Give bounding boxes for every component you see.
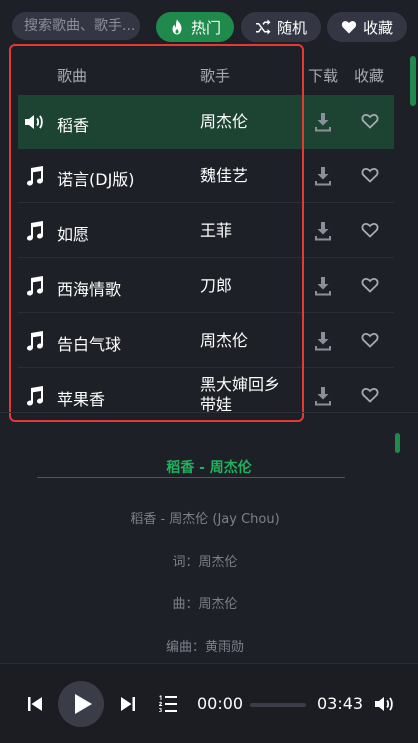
shuffle-icon — [255, 19, 271, 35]
random-filter-button[interactable]: 随机 — [241, 12, 321, 42]
download-icon[interactable] — [314, 386, 332, 406]
header-download: 下载 — [308, 67, 339, 85]
play-icon — [75, 694, 92, 714]
music-note-icon — [24, 331, 46, 351]
music-note-icon — [24, 386, 46, 406]
heart-icon — [341, 21, 357, 34]
next-track-button[interactable] — [120, 696, 136, 712]
favorites-filter-button[interactable]: 收藏 — [327, 12, 407, 42]
table-row[interactable]: 西海情歌 刀郎 — [18, 259, 394, 313]
volume-icon — [375, 697, 393, 711]
song-title: 稻香 — [57, 116, 90, 135]
header-song: 歌曲 — [57, 67, 88, 85]
song-title: 告白气球 — [57, 335, 122, 354]
table-header: 歌曲 歌手 下载 收藏 — [0, 52, 398, 96]
table-row[interactable]: 诺言(DJ版) 魏佳艺 — [18, 149, 394, 203]
music-note-icon — [24, 221, 46, 241]
lyric-line: 词：周杰伦 — [172, 555, 238, 570]
song-artist: 王菲 — [200, 221, 233, 240]
flame-icon — [172, 19, 182, 35]
skip-previous-icon — [28, 697, 42, 711]
heart-outline-icon[interactable] — [361, 277, 379, 293]
download-icon[interactable] — [314, 166, 332, 186]
lyrics-scrollbar[interactable] — [395, 433, 400, 453]
song-artist: 周杰伦 — [200, 331, 249, 350]
table-row[interactable]: 如愿 王菲 — [18, 204, 394, 258]
header-favorite: 收藏 — [354, 67, 385, 85]
table-row[interactable]: 稻香 周杰伦 — [18, 95, 394, 149]
song-title: 西海情歌 — [57, 280, 122, 299]
download-icon[interactable] — [314, 331, 332, 351]
song-title: 如愿 — [57, 225, 90, 244]
heart-outline-icon[interactable] — [361, 113, 379, 129]
lyric-line: 曲：周杰伦 — [172, 597, 238, 612]
song-artist-line: 带娃 — [200, 395, 233, 412]
music-note-icon — [24, 166, 46, 186]
download-icon[interactable] — [314, 276, 332, 296]
lyrics-title: 稻香 - 周杰伦 — [166, 460, 252, 476]
playlist-icon — [159, 695, 177, 713]
heart-outline-icon[interactable] — [361, 222, 379, 238]
song-title: 苹果香 — [57, 390, 106, 409]
speaker-icon — [24, 112, 46, 132]
progress-bar[interactable] — [250, 703, 306, 707]
download-icon[interactable] — [314, 221, 332, 241]
favorites-filter-label: 收藏 — [362, 18, 393, 37]
song-title: 诺言(DJ版) — [57, 170, 135, 189]
table-row[interactable]: 苹果香 黑大婶回乡 带娃 — [18, 369, 394, 412]
header-artist: 歌手 — [200, 67, 231, 85]
current-time: 00:00 — [197, 694, 244, 713]
heart-outline-icon[interactable] — [361, 332, 379, 348]
duration-time: 03:43 — [317, 694, 364, 713]
volume-button[interactable] — [374, 694, 396, 714]
hot-filter-label: 热门 — [190, 18, 221, 37]
top-bar: 搜索歌曲、歌手... 热门 随机 收藏 — [0, 0, 418, 52]
song-artist: 周杰伦 — [200, 112, 249, 131]
playlist-button[interactable] — [158, 694, 178, 714]
heart-outline-icon[interactable] — [361, 387, 379, 403]
song-artist: 刀郎 — [200, 276, 233, 295]
song-artist: 魏佳艺 — [200, 166, 249, 185]
song-artist: 黑大婶回乡 带娃 — [200, 375, 280, 412]
lyric-line: 编曲：黄雨勋 — [165, 640, 244, 655]
lyric-line: 稻香 - 周杰伦 (Jay Chou) — [130, 512, 280, 527]
skip-next-icon — [121, 697, 135, 711]
download-icon[interactable] — [314, 112, 332, 132]
song-table: 歌曲 歌手 下载 收藏 稻香 周杰伦 诺言(DJ版) 魏佳艺 如愿 王菲 西海情… — [0, 52, 398, 412]
song-artist-line: 黑大婶回乡 — [200, 375, 281, 394]
previous-track-button[interactable] — [27, 696, 43, 712]
hot-filter-button[interactable]: 热门 — [156, 12, 234, 42]
heart-outline-icon[interactable] — [361, 167, 379, 183]
search-input[interactable]: 搜索歌曲、歌手... — [12, 12, 140, 40]
player-bar: 00:00 03:43 — [0, 663, 418, 743]
lyrics-title-underline — [37, 477, 345, 478]
table-row[interactable]: 告白气球 周杰伦 — [18, 314, 394, 368]
song-list-scrollbar[interactable] — [410, 56, 416, 106]
random-filter-label: 随机 — [276, 18, 307, 37]
play-button[interactable] — [58, 681, 104, 727]
lyrics-panel: 稻香 - 周杰伦 稻香 - 周杰伦 (Jay Chou) 词：周杰伦 曲：周杰伦… — [0, 413, 418, 663]
music-note-icon — [24, 276, 46, 296]
